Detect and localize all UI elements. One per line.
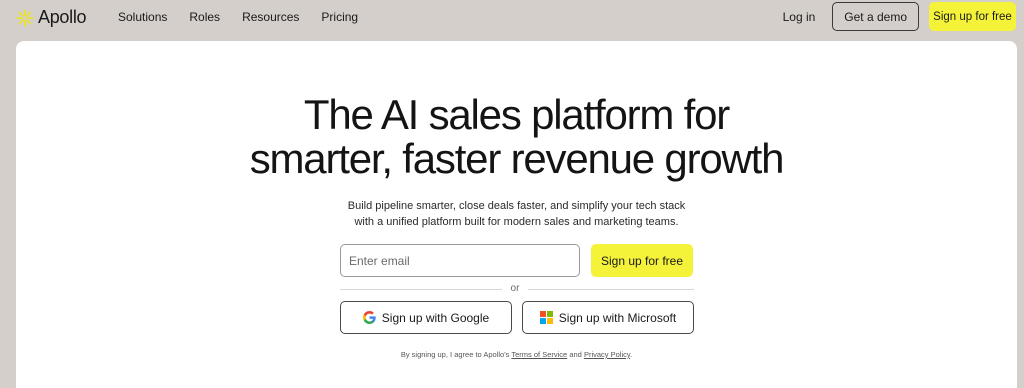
nav-link-roles[interactable]: Roles bbox=[189, 10, 220, 24]
microsoft-icon bbox=[539, 311, 553, 324]
subtitle-line-2: with a unified platform built for modern… bbox=[354, 216, 679, 228]
google-signup-button[interactable]: Sign up with Google bbox=[340, 301, 512, 334]
top-nav: Apollo Solutions Roles Resources Pricing… bbox=[0, 0, 1024, 34]
terms-link[interactable]: Terms of Service bbox=[511, 350, 567, 359]
privacy-link[interactable]: Privacy Policy bbox=[584, 350, 630, 359]
headline-line-1: The AI sales platform for bbox=[303, 91, 730, 138]
headline-line-2: smarter, faster revenue growth bbox=[249, 135, 785, 182]
login-link[interactable]: Log in bbox=[783, 10, 816, 24]
nav-link-resources[interactable]: Resources bbox=[242, 10, 299, 24]
legal-suffix: . bbox=[630, 350, 633, 359]
signup-button[interactable]: Sign up for free bbox=[591, 244, 693, 277]
get-demo-button[interactable]: Get a demo bbox=[832, 2, 919, 31]
hero-card: The AI sales platform for smarter, faste… bbox=[16, 41, 1017, 388]
apollo-logo[interactable]: Apollo bbox=[16, 7, 87, 28]
microsoft-label: Sign up with Microsoft bbox=[558, 310, 677, 325]
google-label: Sign up with Google bbox=[381, 310, 490, 325]
nav-signup-button[interactable]: Sign up for free bbox=[929, 2, 1016, 31]
legal-notice: By signing up, I agree to Apollo's Terms… bbox=[16, 350, 1017, 359]
nav-link-pricing[interactable]: Pricing bbox=[321, 10, 358, 24]
google-icon bbox=[362, 311, 376, 324]
microsoft-signup-button[interactable]: Sign up with Microsoft bbox=[522, 301, 694, 334]
nav-link-solutions[interactable]: Solutions bbox=[118, 10, 167, 24]
subtitle-line-1: Build pipeline smarter, close deals fast… bbox=[347, 200, 686, 212]
nav-actions: Log in Get a demo Sign up for free bbox=[783, 2, 1016, 31]
brand-name: Apollo bbox=[38, 7, 87, 27]
legal-and: and bbox=[569, 350, 582, 359]
divider-right bbox=[528, 289, 694, 290]
hero-subtitle: Build pipeline smarter, close deals fast… bbox=[16, 198, 1017, 230]
asterisk-flower-icon bbox=[16, 8, 34, 27]
nav-links: Solutions Roles Resources Pricing bbox=[118, 10, 380, 24]
legal-prefix: By signing up, I agree to Apollo's bbox=[400, 350, 510, 359]
hero-headline: The AI sales platform for smarter, faste… bbox=[16, 93, 1017, 181]
divider-or: or bbox=[510, 283, 520, 294]
divider-left bbox=[340, 289, 502, 290]
email-input[interactable] bbox=[340, 244, 580, 277]
